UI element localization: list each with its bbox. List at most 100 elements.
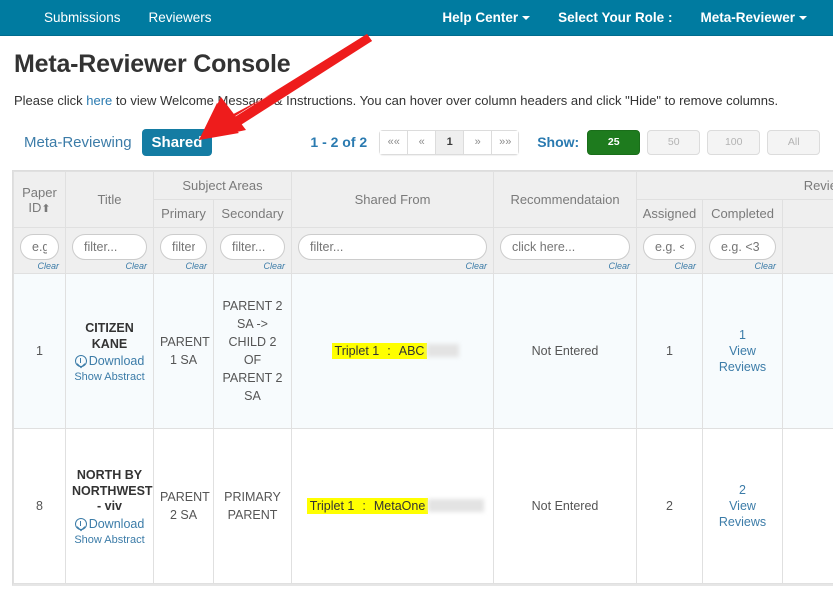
select-your-role-label: Select Your Role : (558, 10, 673, 25)
header-title[interactable]: Title (65, 171, 154, 228)
cell-recommendation[interactable]: Not Entered (493, 428, 637, 584)
cell-assigned: 1 (636, 273, 703, 429)
filter-cell-title: Clear (65, 227, 154, 274)
nav-item-submissions[interactable]: Submissions (30, 0, 135, 36)
table-filter-row: Clear Clear Clear Clear (13, 227, 833, 274)
pagination-prev-button[interactable]: « (407, 129, 436, 155)
cell-primary-subject-area: PARENT 2 SA (153, 428, 214, 584)
cell-percent-complete: 100% (782, 273, 833, 429)
download-row: Download (72, 517, 147, 531)
pagination-page-1[interactable]: 1 (435, 129, 464, 155)
papers-table-body: 1 CITIZEN KANE Download Show Abstract PA… (13, 273, 833, 584)
show-label: Show: (537, 134, 580, 150)
view-reviews-link[interactable]: View Reviews (709, 498, 776, 531)
shared-from-separator: : (387, 344, 391, 358)
filter-input-recommendation[interactable] (500, 234, 630, 260)
filter-cell-primary: Clear (153, 227, 214, 274)
table-row[interactable]: 1 CITIZEN KANE Download Show Abstract PA… (13, 273, 833, 429)
shared-from-triplet: Triplet 1 (309, 499, 355, 513)
papers-table: Paper ID⬆ Title Subject Areas Shared Fro… (13, 171, 833, 584)
header-recommendation[interactable]: Recommendataion (493, 171, 637, 228)
filter-clear-percent-complete[interactable]: Clear (789, 261, 833, 271)
view-reviews-link[interactable]: View Reviews (709, 343, 776, 376)
filter-input-paper-id[interactable] (20, 234, 59, 260)
header-paper-id-label: Paper ID (22, 184, 57, 215)
filter-input-primary[interactable] (160, 234, 207, 260)
header-assigned[interactable]: Assigned (636, 199, 703, 228)
filter-clear-secondary[interactable]: Clear (220, 261, 285, 271)
filter-clear-recommendation[interactable]: Clear (500, 261, 630, 271)
cell-title: CITIZEN KANE Download Show Abstract (65, 273, 154, 429)
cell-secondary-subject-area: PRIMARY PARENT (213, 428, 292, 584)
paper-title: NORTH BY NORTHWEST - viv (72, 468, 153, 514)
filter-cell-shared-from: Clear (291, 227, 494, 274)
shared-from-triplet: Triplet 1 (334, 344, 380, 358)
cell-completed: 1 View Reviews (702, 273, 783, 429)
filter-clear-completed[interactable]: Clear (709, 261, 776, 271)
cell-shared-from: Triplet 1: MetaOne (291, 428, 494, 584)
shared-from-value: MetaOne (373, 499, 426, 513)
pagination-first-button[interactable]: «« (379, 129, 408, 155)
nav-item-current-role[interactable]: Meta-Reviewer (686, 0, 821, 36)
show-abstract-link[interactable]: Show Abstract (72, 534, 147, 546)
filter-cell-paper-id: Clear (13, 227, 66, 274)
paper-title: CITIZEN KANE (85, 320, 134, 351)
header-percent-complete[interactable]: % Complete (782, 199, 833, 228)
filter-input-assigned[interactable] (643, 234, 696, 260)
nav-item-reviewers[interactable]: Reviewers (135, 0, 226, 36)
filter-input-completed[interactable] (709, 234, 776, 260)
table-group-header-row: Paper ID⬆ Title Subject Areas Shared Fro… (13, 171, 833, 228)
filter-clear-primary[interactable]: Clear (160, 261, 207, 271)
page-size-100[interactable]: 100 (707, 129, 761, 155)
download-icon (74, 355, 87, 368)
top-navbar: Submissions Reviewers Help Center Select… (0, 0, 833, 36)
papers-table-container: Paper ID⬆ Title Subject Areas Shared Fro… (12, 170, 833, 586)
header-primary[interactable]: Primary (153, 199, 214, 228)
filter-cell-completed: Clear (702, 227, 783, 274)
filter-input-title[interactable] (72, 234, 147, 260)
header-group-subject-areas[interactable]: Subject Areas (153, 171, 292, 200)
filter-input-shared-from[interactable] (298, 234, 487, 260)
welcome-message-link[interactable]: here (86, 93, 112, 108)
tab-meta-reviewing[interactable]: Meta-Reviewing (14, 129, 142, 156)
cell-assigned: 2 (636, 428, 703, 584)
page-size-25[interactable]: 25 (587, 129, 641, 155)
header-paper-id[interactable]: Paper ID⬆ (13, 171, 66, 228)
pagination-controls: «« « 1 » »» (379, 129, 520, 155)
tab-shared[interactable]: Shared (141, 128, 213, 156)
shared-from-value: ABC (398, 344, 425, 358)
header-secondary[interactable]: Secondary (213, 199, 292, 228)
pagination-group: 1 - 2 of 2 «« « 1 » »» (310, 129, 520, 155)
filter-clear-title[interactable]: Clear (72, 261, 147, 271)
download-link[interactable]: Download (89, 517, 145, 531)
header-shared-from[interactable]: Shared From (291, 171, 494, 228)
chevron-down-icon (522, 16, 531, 21)
filter-clear-assigned[interactable]: Clear (643, 261, 696, 271)
instructions-text: Please click here to view Welcome Messag… (14, 93, 821, 108)
download-link[interactable]: Download (89, 354, 145, 368)
filter-cell-recommendation: Clear (493, 227, 637, 274)
toolbar: Meta-Reviewing Shared 1 - 2 of 2 «« « 1 … (12, 128, 821, 156)
completed-count: 1 (739, 327, 746, 342)
header-completed[interactable]: Completed (702, 199, 783, 228)
redacted-text (428, 499, 485, 512)
nav-item-help-center[interactable]: Help Center (428, 0, 544, 36)
page-size-all[interactable]: All (767, 129, 821, 155)
view-tabs: Meta-Reviewing Shared (14, 128, 213, 156)
page-size-group: 25 50 100 All (587, 129, 827, 155)
pagination-last-button[interactable]: »» (491, 129, 520, 155)
filter-input-secondary[interactable] (220, 234, 285, 260)
pagination-next-button[interactable]: » (463, 129, 492, 155)
filter-cell-secondary: Clear (213, 227, 292, 274)
cell-paper-id[interactable]: 1 (13, 273, 66, 429)
show-abstract-link[interactable]: Show Abstract (72, 371, 147, 383)
table-row[interactable]: 8 NORTH BY NORTHWEST - viv Download Show… (13, 428, 833, 584)
filter-clear-paper-id[interactable]: Clear (20, 261, 59, 271)
page-size-50[interactable]: 50 (647, 129, 701, 155)
header-group-review[interactable]: Review (636, 171, 833, 200)
cell-recommendation[interactable]: Not Entered (493, 273, 637, 429)
page-body: Meta-Reviewer Console Please click here … (0, 50, 833, 586)
cell-paper-id[interactable]: 8 (13, 428, 66, 584)
filter-clear-shared-from[interactable]: Clear (298, 261, 487, 271)
download-icon (74, 517, 87, 530)
